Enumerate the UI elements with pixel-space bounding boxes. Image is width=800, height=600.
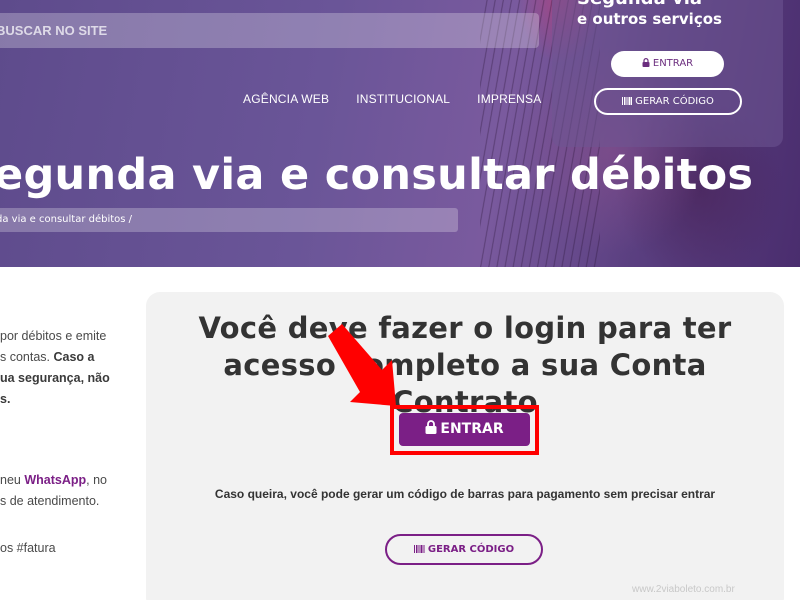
barcode-icon <box>413 545 425 553</box>
login-card-subtitle: e outros serviços <box>577 10 722 28</box>
left-text-line: neu WhatsApp, no <box>0 473 107 487</box>
left-text-bold: Caso a <box>53 350 95 364</box>
panel-note: Caso queira, você pode gerar um código d… <box>214 487 716 501</box>
left-text-line: s. <box>0 392 10 406</box>
enter-button[interactable]: ENTRAR <box>399 413 530 446</box>
card-generate-code-label: GERAR CÓDIGO <box>635 96 714 107</box>
panel-heading-line: Você deve fazer o login para ter <box>198 311 732 345</box>
left-text-fragment: s contas. <box>0 350 54 364</box>
watermark: www.2viaboleto.com.br <box>632 584 735 595</box>
card-enter-button[interactable]: ENTRAR <box>611 51 724 77</box>
left-text-fragment: neu <box>0 473 25 487</box>
main-nav: AGÊNCIA WEB INSTITUCIONAL IMPRENSA <box>243 92 568 106</box>
left-text-line: ua segurança, não <box>0 371 110 385</box>
barcode-icon <box>622 97 633 105</box>
lock-icon <box>642 58 650 67</box>
enter-button-label: ENTRAR <box>440 421 504 437</box>
card-enter-label: ENTRAR <box>652 58 694 69</box>
login-card-title: Segunda via <box>577 0 702 9</box>
left-text-bold: ua segurança, não <box>0 371 110 385</box>
nav-item-agencia-web[interactable]: AGÊNCIA WEB <box>243 92 329 106</box>
left-text-fragment: , no <box>86 473 108 487</box>
left-text-line: os #fatura <box>0 541 56 555</box>
left-text-line: s de atendimento. <box>0 494 100 508</box>
page-title: egunda via e consultar débitos <box>0 150 754 200</box>
whatsapp-link[interactable]: WhatsApp <box>24 473 86 487</box>
lock-icon <box>425 420 437 434</box>
search-input[interactable] <box>0 13 539 48</box>
left-text-line: por débitos e emite <box>0 329 107 343</box>
arrow-down-right-icon <box>328 324 396 406</box>
generate-code-button[interactable]: GERAR CÓDIGO <box>385 534 543 565</box>
card-generate-code-button[interactable]: GERAR CÓDIGO <box>594 88 742 115</box>
nav-item-imprensa[interactable]: IMPRENSA <box>477 92 541 106</box>
breadcrumb: da via e consultar débitos / <box>0 208 458 232</box>
left-text-line: s contas. Caso a <box>0 350 95 364</box>
generate-code-label: GERAR CÓDIGO <box>427 544 515 555</box>
left-text-bold: s. <box>0 392 11 406</box>
nav-item-institucional[interactable]: INSTITUCIONAL <box>356 92 450 106</box>
